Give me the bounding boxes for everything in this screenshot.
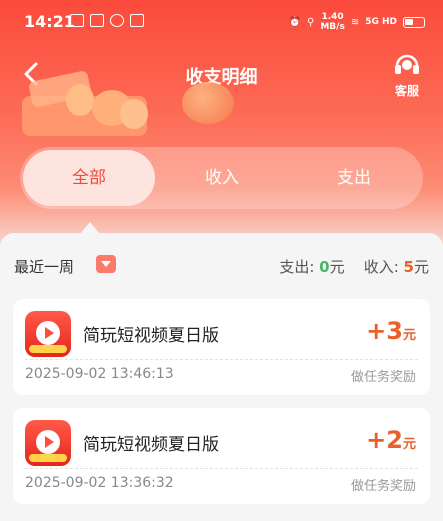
record-amount-value: +3 xyxy=(366,317,403,345)
record-card[interactable]: 简玩短视频夏日版 +3元 2025-09-02 13:46:13 做任务奖励 xyxy=(13,299,430,395)
income-unit: 元 xyxy=(413,258,429,276)
status-right: ⏰ ⚲ 1.40 MB/s ≋ 5G HD xyxy=(289,12,425,32)
record-time: 2025-09-02 13:46:13 xyxy=(25,366,174,382)
tab-all[interactable]: 全部 xyxy=(23,150,155,206)
record-amount: +2元 xyxy=(366,426,416,454)
location-icon: ⚲ xyxy=(307,16,315,28)
expense-value: 0 xyxy=(319,258,330,276)
record-time: 2025-09-02 13:36:32 xyxy=(25,475,174,491)
app-notification-icon xyxy=(130,14,144,27)
wifi-icon: ≋ xyxy=(350,16,360,28)
record-note: 做任务奖励 xyxy=(350,370,416,385)
income-label: 收入: xyxy=(363,258,399,276)
tab-income[interactable]: 收入 xyxy=(156,147,288,209)
net-speed-unit: MB/s xyxy=(320,22,345,32)
record-card[interactable]: 简玩短视频夏日版 +2元 2025-09-02 13:36:32 做任务奖励 xyxy=(13,408,430,504)
status-time: 14:21 xyxy=(24,12,75,31)
customer-service-label: 客服 xyxy=(394,84,419,98)
app-notification-icon xyxy=(90,14,104,27)
coin-illustration xyxy=(182,82,234,124)
filter-tabs: 全部 收入 支出 xyxy=(20,147,423,209)
period-dropdown-button[interactable] xyxy=(96,255,116,273)
app-icon xyxy=(25,311,71,357)
headset-icon xyxy=(395,54,419,74)
app-badge xyxy=(29,345,67,353)
customer-service-button[interactable]: 客服 xyxy=(389,52,425,99)
app-badge xyxy=(29,454,67,462)
play-icon xyxy=(36,430,60,454)
expense-label: 支出: xyxy=(279,258,315,276)
play-icon xyxy=(36,321,60,345)
record-amount-value: +2 xyxy=(366,426,403,454)
status-bar: 14:21 ⏰ ⚲ 1.40 MB/s ≋ 5G HD xyxy=(0,0,443,40)
net-speed: 1.40 MB/s xyxy=(320,12,344,32)
app-notification-icon xyxy=(70,14,84,27)
record-note: 做任务奖励 xyxy=(350,479,416,494)
period-label[interactable]: 最近一周 xyxy=(14,256,74,277)
wechat-icon xyxy=(110,14,124,27)
record-app-name: 简玩短视频夏日版 xyxy=(83,326,219,346)
net-speed-value: 1.40 xyxy=(321,12,344,22)
expense-unit: 元 xyxy=(329,258,345,276)
card-divider xyxy=(25,468,418,469)
coin-box-illustration xyxy=(22,71,148,136)
tab-pointer xyxy=(80,222,100,234)
card-divider xyxy=(25,359,418,360)
notification-icons xyxy=(70,14,144,27)
record-amount-unit: 元 xyxy=(402,328,416,343)
alarm-icon: ⏰ xyxy=(288,16,302,28)
income-value: 5 xyxy=(403,258,414,276)
record-amount: +3元 xyxy=(366,317,416,345)
tab-expense[interactable]: 支出 xyxy=(288,147,420,209)
battery-icon xyxy=(403,16,425,28)
summary-totals: 支出: 0元 收入: 5元 xyxy=(279,256,429,277)
signal-label: 5G HD xyxy=(365,17,397,27)
app-icon xyxy=(25,420,71,466)
record-app-name: 简玩短视频夏日版 xyxy=(83,435,219,455)
record-amount-unit: 元 xyxy=(402,437,416,452)
